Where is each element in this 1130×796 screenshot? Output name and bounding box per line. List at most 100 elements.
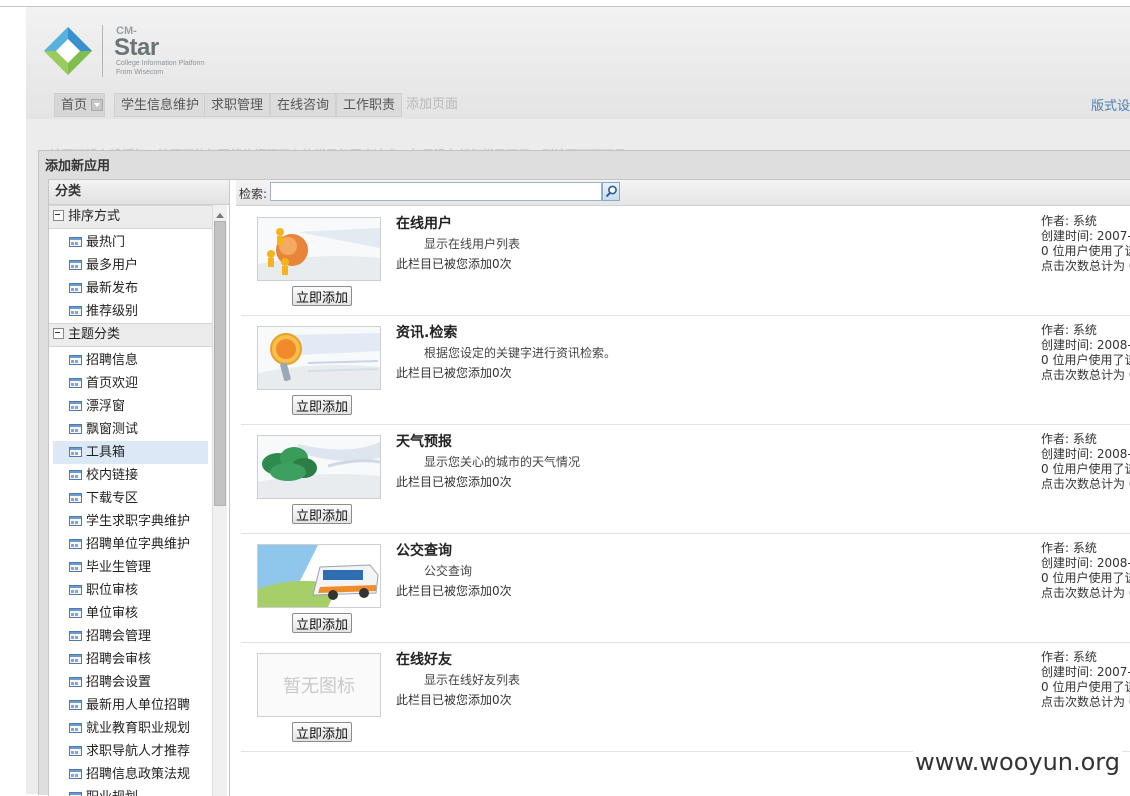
- category-item-label: 推荐级别: [86, 304, 138, 319]
- app-title[interactable]: 天气预报: [396, 431, 452, 451]
- app-added-count: 此栏目已被您添加0次: [396, 691, 512, 708]
- search-label: 检索:: [239, 185, 267, 202]
- category-item-label: 漂浮窗: [86, 399, 125, 414]
- top-border: [0, 0, 1130, 7]
- search-button[interactable]: [602, 182, 620, 201]
- category-item[interactable]: 招聘会审核: [49, 648, 212, 671]
- category-item-label: 招聘会设置: [86, 675, 151, 690]
- category-list-icon: [69, 283, 82, 293]
- category-list-icon: [69, 306, 82, 316]
- category-list-icon: [69, 654, 82, 664]
- category-list-icon: [69, 237, 82, 247]
- app-meta: 作者: 系统创建时间: 2007-10 位用户使用了该点击次数总计为 0: [1041, 214, 1130, 274]
- category-item[interactable]: 漂浮窗: [49, 395, 212, 418]
- nav-student-info[interactable]: 学生信息维护: [114, 93, 206, 117]
- left-margin: [0, 7, 26, 794]
- add-now-button[interactable]: 立即添加: [292, 286, 352, 306]
- app-title[interactable]: 公交查询: [396, 540, 452, 560]
- watermark: www.wooyun.org: [913, 748, 1122, 776]
- app-thumbnail: [257, 435, 381, 499]
- category-item[interactable]: 最热门: [49, 231, 212, 254]
- nav-online-consult[interactable]: 在线咨询: [270, 93, 336, 117]
- add-now-button[interactable]: 立即添加: [292, 613, 352, 633]
- category-item-label: 毕业生管理: [86, 560, 151, 575]
- brand-subtitle-line1: College Information Platform: [116, 59, 205, 68]
- app-clicks: 点击次数总计为 0: [1041, 477, 1130, 492]
- category-list-icon: [69, 493, 82, 503]
- nav-job-duties[interactable]: 工作职责: [336, 93, 402, 117]
- category-item[interactable]: 招聘会设置: [49, 671, 212, 694]
- category-item[interactable]: 最新用人单位招聘: [49, 694, 212, 717]
- category-list-icon: [69, 700, 82, 710]
- add-now-button[interactable]: 立即添加: [292, 395, 352, 415]
- nav-job-management[interactable]: 求职管理: [204, 93, 270, 117]
- category-item[interactable]: 首页欢迎: [49, 372, 212, 395]
- category-item[interactable]: 推荐级别: [49, 300, 212, 323]
- app-created: 创建时间: 2007-1: [1041, 665, 1130, 680]
- category-item[interactable]: 最多用户: [49, 254, 212, 277]
- category-group[interactable]: 排序方式: [49, 205, 212, 229]
- sidebar-scrollbar[interactable]: [212, 205, 227, 796]
- search-icon: [605, 185, 618, 198]
- scroll-up-icon[interactable]: [216, 209, 224, 218]
- category-item[interactable]: 职位审核: [49, 579, 212, 602]
- collapse-icon[interactable]: [53, 328, 64, 339]
- scrollbar-thumb[interactable]: [214, 221, 226, 506]
- app-author: 作者: 系统: [1041, 214, 1130, 229]
- category-list-icon: [69, 401, 82, 411]
- add-now-button[interactable]: 立即添加: [292, 504, 352, 524]
- app-users: 0 位用户使用了该: [1041, 462, 1130, 477]
- nav-add-page[interactable]: 添加页面: [400, 93, 464, 117]
- category-item[interactable]: 飘窗测试: [49, 418, 212, 441]
- collapse-icon[interactable]: [53, 210, 64, 221]
- app-added-count: 此栏目已被您添加0次: [396, 473, 512, 490]
- category-item[interactable]: 求职导航人才推荐: [49, 740, 212, 763]
- category-list-icon: [69, 260, 82, 270]
- nav-home[interactable]: 首页: [54, 93, 105, 117]
- category-item[interactable]: 招聘信息政策法规: [49, 763, 212, 786]
- layout-settings-link[interactable]: 版式设: [1091, 95, 1130, 114]
- category-item[interactable]: 就业教育职业规划: [49, 717, 212, 740]
- app-title[interactable]: 在线好友: [396, 649, 452, 669]
- search-info-icon: [258, 327, 380, 389]
- add-now-button[interactable]: 立即添加: [292, 722, 352, 742]
- app-meta: 作者: 系统创建时间: 2007-10 位用户使用了该点击次数总计为 0: [1041, 650, 1130, 710]
- category-list-icon: [69, 631, 82, 641]
- category-item[interactable]: 单位审核: [49, 602, 212, 625]
- category-list-icon: [69, 769, 82, 779]
- category-item-label: 职业规划: [86, 790, 138, 796]
- app-added-count: 此栏目已被您添加0次: [396, 364, 512, 381]
- app-title[interactable]: 资讯.检索: [396, 322, 457, 342]
- category-item[interactable]: 招聘单位字典维护: [49, 533, 212, 556]
- online-users-icon: [258, 218, 380, 280]
- app-clicks: 点击次数总计为 0: [1041, 259, 1130, 274]
- category-item[interactable]: 下载专区: [49, 487, 212, 510]
- category-item-label: 工具箱: [86, 445, 125, 460]
- category-item[interactable]: 毕业生管理: [49, 556, 212, 579]
- dialog-body: 分类 排序方式最热门最多用户最新发布推荐级别主题分类招聘信息首页欢迎漂浮窗飘窗测…: [48, 179, 1130, 796]
- category-item[interactable]: 最新发布: [49, 277, 212, 300]
- category-item[interactable]: 招聘会管理: [49, 625, 212, 648]
- app-author: 作者: 系统: [1041, 541, 1130, 556]
- category-list-icon: [69, 378, 82, 388]
- category-item[interactable]: 工具箱: [53, 441, 208, 464]
- category-item-label: 学生求职字典维护: [86, 514, 190, 529]
- add-app-dialog: 添加新应用 分类 排序方式最热门最多用户最新发布推荐级别主题分类招聘信息首页欢迎…: [38, 150, 1130, 795]
- category-item[interactable]: 学生求职字典维护: [49, 510, 212, 533]
- category-list-icon: [69, 746, 82, 756]
- category-item[interactable]: 校内链接: [49, 464, 212, 487]
- chevron-down-icon[interactable]: [91, 99, 103, 111]
- category-item[interactable]: 招聘信息: [49, 349, 212, 372]
- category-group-label: 主题分类: [68, 327, 120, 342]
- category-item-label: 首页欢迎: [86, 376, 138, 391]
- category-item-label: 就业教育职业规划: [86, 721, 190, 736]
- search-input[interactable]: [270, 182, 602, 201]
- app-created: 创建时间: 2008-0: [1041, 338, 1130, 353]
- category-item[interactable]: 职业规划: [49, 786, 212, 796]
- category-item-label: 最新发布: [86, 281, 138, 296]
- app-description: 显示在线用户列表: [424, 235, 520, 252]
- app-title[interactable]: 在线用户: [396, 213, 452, 233]
- category-item-label: 招聘信息政策法规: [86, 767, 190, 782]
- category-group[interactable]: 主题分类: [49, 323, 212, 347]
- app-card: 立即添加资讯.检索根据您设定的关键字进行资讯检索。此栏目已被您添加0次作者: 系…: [241, 315, 1130, 425]
